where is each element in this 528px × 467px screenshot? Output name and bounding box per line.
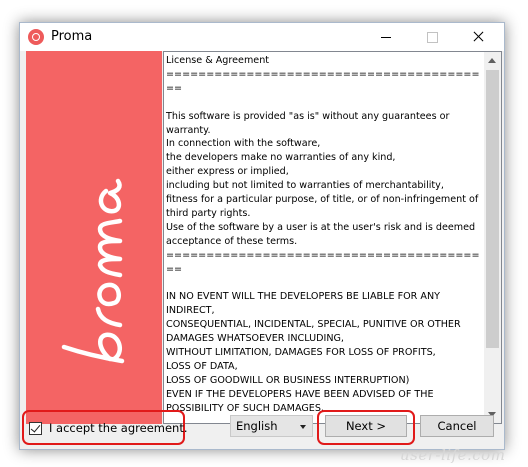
installer-window: Proma License & Agreement ==============… <box>19 22 505 450</box>
license-textbox[interactable]: License & Agreement ====================… <box>163 51 502 424</box>
license-text: License & Agreement ====================… <box>166 55 480 414</box>
scroll-up-icon[interactable] <box>484 52 501 69</box>
maximize-icon[interactable] <box>409 23 455 51</box>
vertical-scrollbar[interactable] <box>484 52 501 423</box>
proma-logo <box>61 178 125 364</box>
brand-panel <box>26 51 162 424</box>
minimize-icon[interactable] <box>363 23 409 51</box>
checkbox-checked-icon[interactable] <box>29 421 42 435</box>
scroll-thumb[interactable] <box>486 70 499 348</box>
title-bar: Proma <box>20 23 504 51</box>
language-select[interactable]: English <box>230 415 313 437</box>
screenshot-stage: Proma License & Agreement ==============… <box>0 0 528 467</box>
close-icon[interactable] <box>455 23 501 51</box>
language-value: English <box>236 419 278 433</box>
watermark: user-life.com <box>400 446 506 464</box>
cancel-button[interactable]: Cancel <box>420 415 494 437</box>
window-title: Proma <box>51 29 93 44</box>
dropdown-arrow-icon <box>300 425 306 429</box>
accept-agreement-checkbox[interactable]: I accept the agreement. <box>29 418 188 438</box>
accept-label: I accept the agreement. <box>49 421 188 435</box>
next-button[interactable]: Next > <box>325 415 407 437</box>
proma-app-icon <box>28 29 44 45</box>
